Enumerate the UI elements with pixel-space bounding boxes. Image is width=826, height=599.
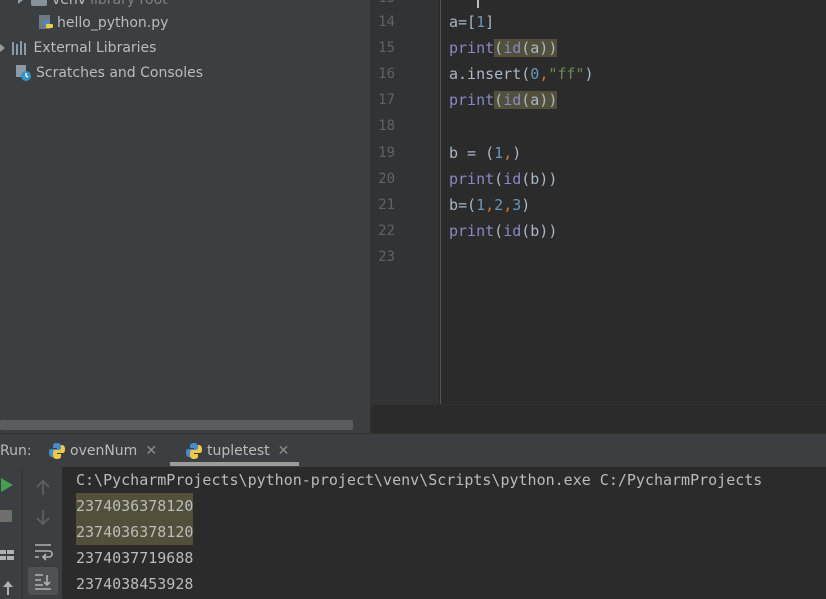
active-tab-indicator [170, 462, 299, 466]
run-tab-ovennum[interactable]: ovenNum ✕ [48, 434, 157, 468]
gutter-divider [440, 0, 441, 404]
code-line: b=(1,2,3) [449, 196, 531, 214]
console-output[interactable]: C:\PycharmProjects\python-project\venv\S… [62, 467, 826, 599]
horizontal-scrollbar[interactable] [0, 420, 353, 430]
layout-icon[interactable] [0, 547, 16, 563]
line-number: 22 [378, 223, 395, 239]
line-number: 18 [378, 118, 395, 134]
tab-label: tupletest [207, 443, 270, 459]
code-line: print(id(a)) [449, 39, 558, 57]
tree-item-hello-python[interactable]: hello_python.py [38, 11, 168, 35]
code-line: a=[1] [449, 13, 495, 31]
line-number: 14 [378, 14, 395, 30]
code-line: print(id(b)) [449, 170, 558, 188]
rerun-icon[interactable] [0, 475, 16, 495]
python-icon [49, 443, 65, 459]
soft-wrap-icon[interactable] [30, 539, 58, 565]
text-caret [477, 0, 479, 8]
expand-arrow-icon[interactable] [18, 0, 23, 4]
tree-item-scratches[interactable]: Scratches and Consoles [14, 61, 203, 85]
console-toolbar [22, 467, 63, 599]
run-label: Run: [0, 443, 32, 459]
tree-item-external-libraries[interactable]: External Libraries [0, 36, 157, 60]
close-icon[interactable]: ✕ [145, 443, 157, 459]
folder-icon [31, 0, 47, 6]
python-file-icon [39, 15, 53, 29]
line-number: 17 [378, 92, 395, 108]
console-line: 2374036378120 [76, 493, 194, 519]
console-line: C:\PycharmProjects\python-project\venv\S… [76, 471, 763, 489]
code-editor[interactable]: 13 14 15 16 17 18 19 20 21 22 23 a=[1] p… [371, 0, 826, 404]
arrow-down-icon[interactable] [30, 505, 58, 531]
library-icon [12, 41, 27, 55]
stop-icon[interactable] [0, 509, 14, 523]
arrow-up-icon[interactable] [30, 475, 58, 501]
code-line: print(id(b)) [449, 222, 558, 240]
line-number: 15 [378, 40, 395, 56]
library-root-label: library root [90, 0, 168, 8]
line-number-gutter: 13 14 15 16 17 18 19 20 21 22 23 [371, 0, 439, 404]
code-line: print(id(a)) [449, 91, 558, 109]
line-number: 16 [378, 66, 395, 82]
run-tool-window-header: Run: ovenNum ✕ tupletest ✕ [0, 433, 826, 468]
close-icon[interactable]: ✕ [278, 443, 290, 459]
console-line: 2374037719688 [76, 549, 194, 567]
expand-arrow-icon[interactable] [0, 44, 5, 52]
line-number: 19 [378, 145, 395, 161]
console-line: 2374038453928 [76, 575, 194, 593]
python-icon [186, 443, 202, 459]
tree-item-label: hello_python.py [57, 15, 169, 31]
tree-item-label: venv [52, 0, 87, 8]
line-number: 23 [378, 249, 395, 265]
pin-icon[interactable] [0, 579, 16, 597]
scroll-to-end-button[interactable] [28, 567, 58, 595]
editor-bottom-area [371, 404, 826, 434]
tree-item-label: External Libraries [33, 40, 157, 56]
line-number: 21 [378, 197, 395, 213]
project-tool-window: venv library root hello_python.py Externa… [0, 0, 370, 433]
scratches-icon [16, 65, 31, 81]
code-line: b = (1,) [449, 144, 522, 162]
console-line: 2374036378120 [76, 519, 194, 545]
code-line: a.insert(0,"ff") [449, 65, 594, 83]
tree-item-label: Scratches and Consoles [36, 65, 203, 81]
run-toolbar [0, 467, 22, 599]
tab-label: ovenNum [70, 443, 138, 459]
line-number: 20 [378, 171, 395, 187]
scroll-to-end-icon [35, 574, 51, 590]
